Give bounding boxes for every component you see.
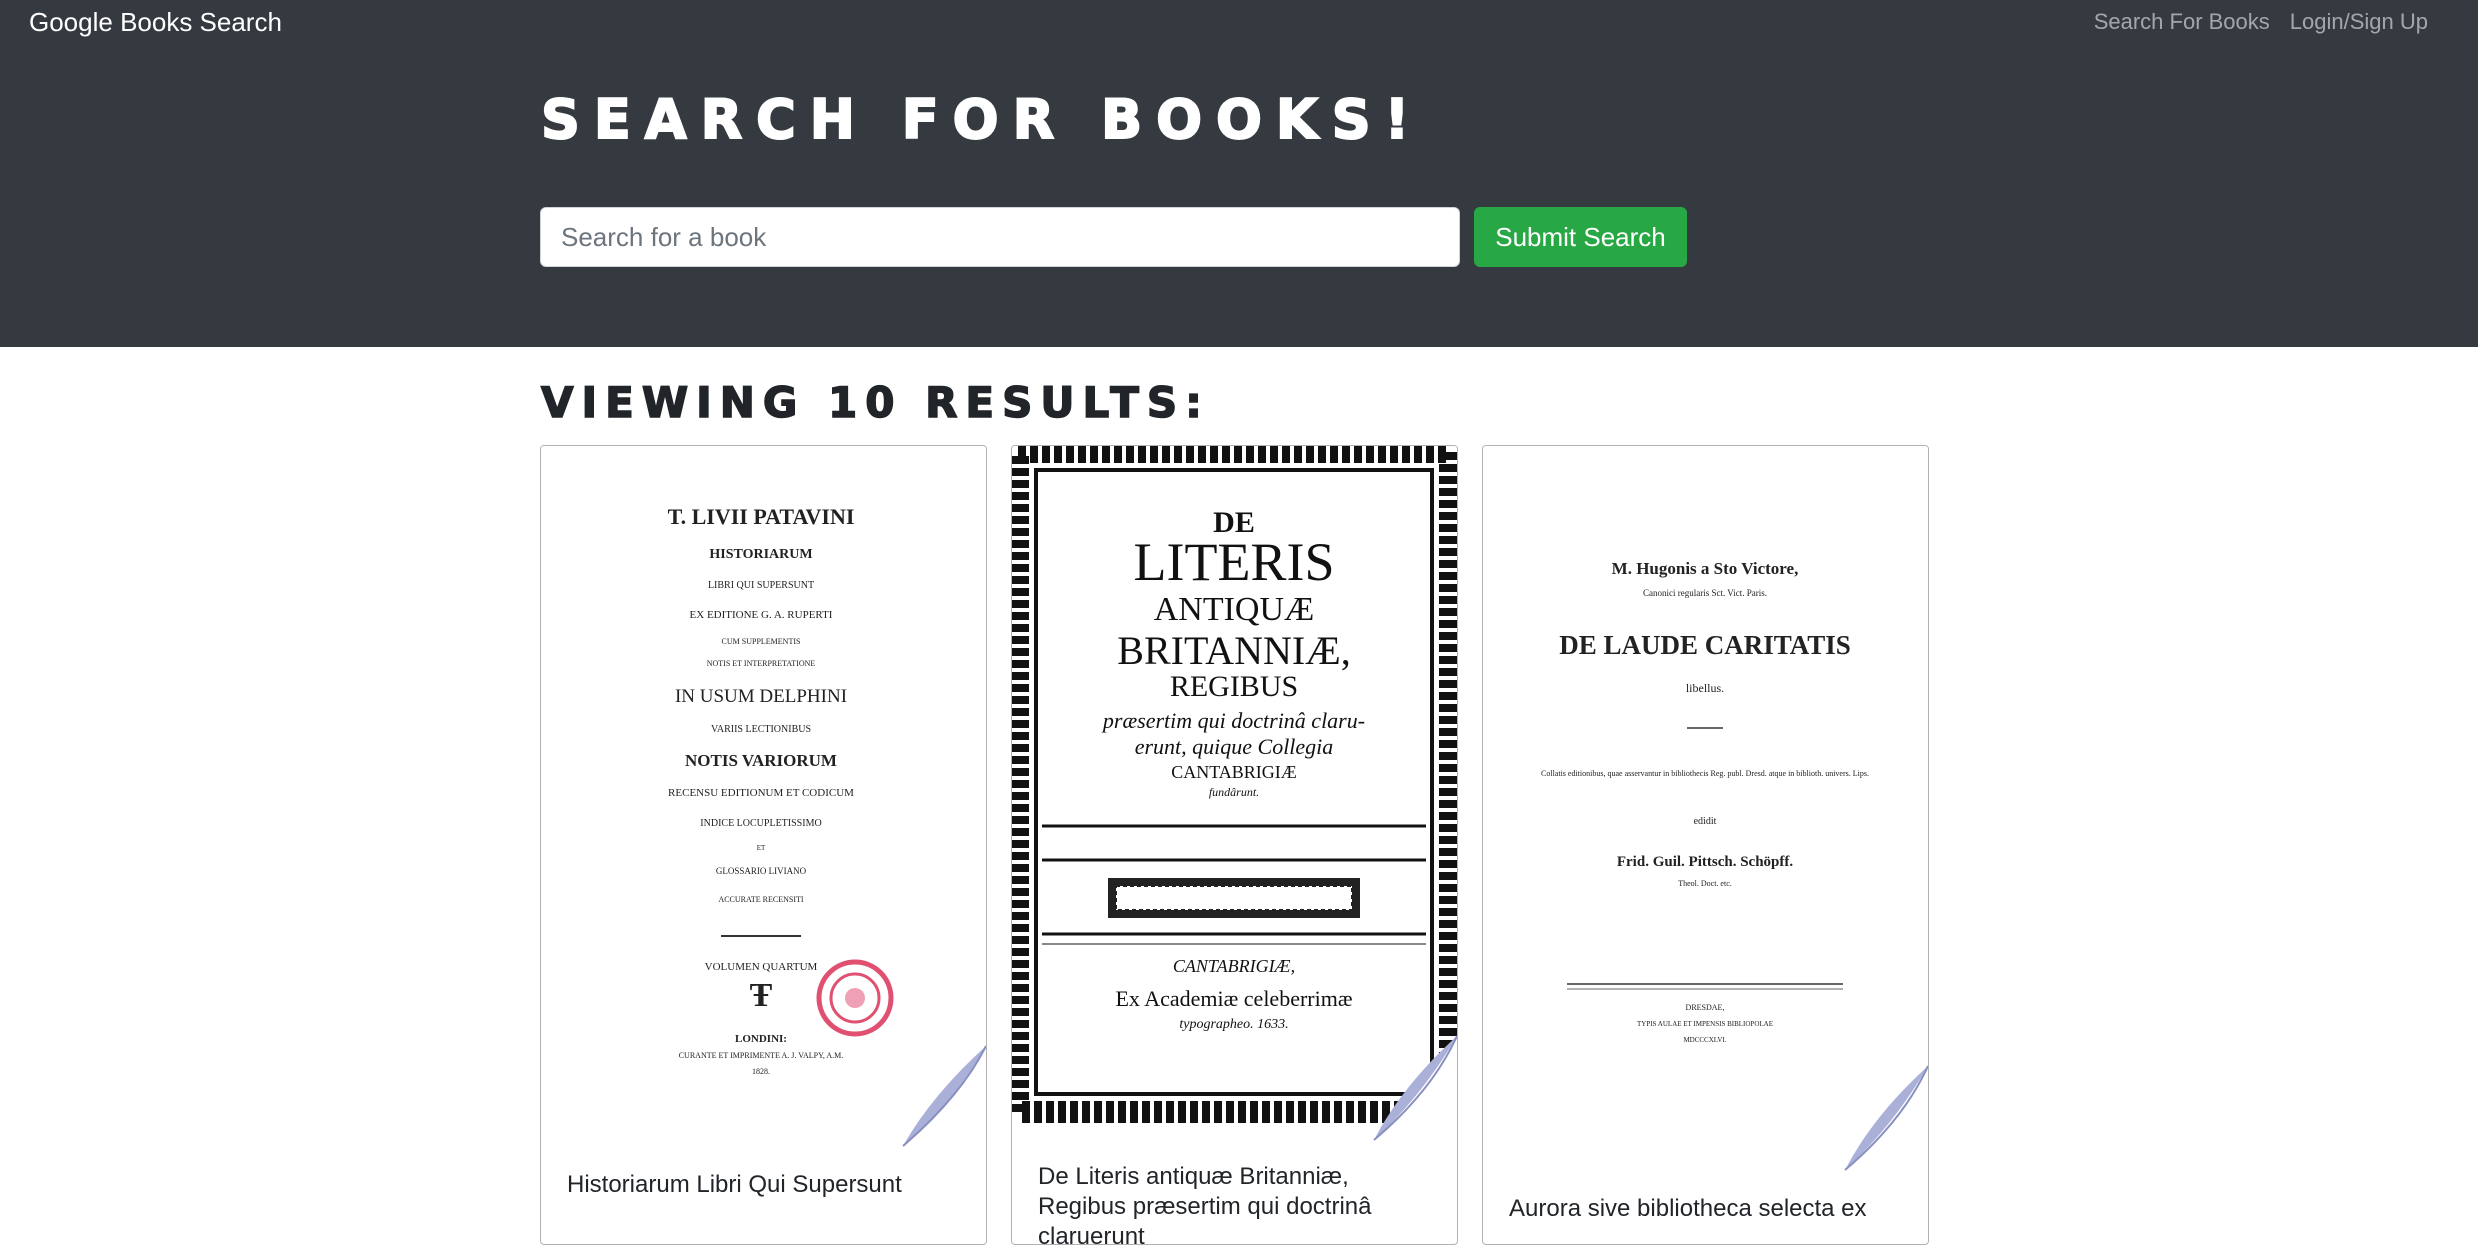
cover-text: HISTORIARUM	[709, 547, 812, 562]
cover-text: DRESDAE,	[1686, 1003, 1725, 1012]
cover-text: edidit	[1694, 816, 1717, 827]
cover-text: CURANTE ET IMPRIMENTE A. J. VALPY, A.M.	[679, 1051, 844, 1060]
book-title: Historiarum Libri Qui Supersunt	[567, 1171, 902, 1198]
cover-text: LIBRI QUI SUPERSUNT	[708, 580, 814, 591]
book-cover-image: DE LITERIS ANTIQUÆ BRITANNIÆ, REGIBUS pr…	[1012, 446, 1457, 1142]
cover-text: RECENSU EDITIONUM ET CODICUM	[668, 787, 854, 799]
book-card: DE LITERIS ANTIQUÆ BRITANNIÆ, REGIBUS pr…	[1011, 445, 1458, 1245]
cover-text: ACCURATE RECENSITI	[718, 895, 803, 904]
cover-text: VARIIS LECTIONIBUS	[711, 724, 811, 735]
cover-text: præsertim qui doctrinâ claru-	[1101, 708, 1365, 733]
svg-text:Ŧ: Ŧ	[750, 977, 773, 1014]
cover-text: 1828.	[752, 1067, 770, 1076]
cover-text: ET	[757, 844, 766, 852]
submit-search-button[interactable]: Submit Search	[1474, 207, 1687, 267]
nav-links: Search For Books Login/Sign Up	[2094, 8, 2428, 36]
cover-text: INDICE LOCUPLETISSIMO	[700, 818, 821, 829]
cover-text: BRITANNIÆ,	[1117, 628, 1350, 673]
page-title: Search for Books!	[540, 87, 1424, 152]
cover-text: Ex Academiæ celeberrimæ	[1115, 986, 1352, 1011]
cover-text: libellus.	[1686, 681, 1724, 695]
nav-login-signup[interactable]: Login/Sign Up	[2290, 8, 2428, 36]
cover-text: CANTABRIGIÆ	[1171, 762, 1297, 782]
cover-text: CANTABRIGIÆ,	[1173, 956, 1295, 976]
cover-text: REGIBUS	[1170, 670, 1298, 703]
cover-text: CUM SUPPLEMENTIS	[722, 637, 801, 646]
results-heading: Viewing 10 results:	[540, 377, 1210, 428]
cover-text: EX EDITIONE G. A. RUPERTI	[690, 609, 833, 621]
cover-text: LONDINI:	[735, 1033, 787, 1045]
book-title: De Literis antiquæ Britanniæ, Regibus pr…	[1038, 1163, 1372, 1245]
book-cover-image: M. Hugonis a Sto Victore, Canonici regul…	[1483, 446, 1928, 1172]
nav-search-for-books[interactable]: Search For Books	[2094, 8, 2270, 36]
cover-text: erunt, quique Collegia	[1135, 734, 1334, 759]
book-title: Aurora sive bibliotheca selecta ex	[1509, 1195, 1867, 1222]
book-card: T. LIVII PATAVINI HISTORIARUM LIBRI QUI …	[540, 445, 987, 1245]
cover-text: NOTIS ET INTERPRETATIONE	[707, 659, 816, 668]
search-input[interactable]	[540, 207, 1460, 267]
cover-text: ANTIQUÆ	[1154, 591, 1315, 628]
cover-text: Canonici regularis Sct. Vict. Paris.	[1643, 588, 1767, 598]
cover-text: VOLUMEN QUARTUM	[705, 961, 818, 973]
cover-text: T. LIVII PATAVINI	[668, 504, 855, 529]
cover-text: Theol. Doct. etc.	[1678, 879, 1732, 888]
cover-text: TYPIS AULAE ET IMPENSIS BIBLIOPOLAE	[1637, 1020, 1773, 1028]
cover-text: DE LAUDE CARITATIS	[1559, 630, 1851, 660]
cover-text: LITERIS	[1134, 532, 1335, 592]
book-card: M. Hugonis a Sto Victore, Canonici regul…	[1482, 445, 1929, 1245]
cover-text: Collatis editionibus, quae asservantur i…	[1541, 769, 1869, 778]
cover-text: MDCCCXLVI.	[1683, 1036, 1726, 1044]
cover-text: GLOSSARIO LIVIANO	[716, 866, 807, 876]
cover-text: NOTIS VARIORUM	[685, 751, 837, 770]
cover-text: fundârunt.	[1209, 785, 1259, 799]
cover-text: typographeo. 1633.	[1179, 1017, 1288, 1032]
cover-text: IN USUM DELPHINI	[675, 686, 847, 707]
cover-text: Frid. Guil. Pittsch. Schöpff.	[1617, 854, 1794, 870]
book-cover-image: T. LIVII PATAVINI HISTORIARUM LIBRI QUI …	[541, 446, 986, 1148]
cover-text: M. Hugonis a Sto Victore,	[1612, 559, 1799, 578]
brand-link[interactable]: Google Books Search	[29, 6, 282, 38]
navbar: Google Books Search Search For Books Log…	[0, 0, 2478, 48]
